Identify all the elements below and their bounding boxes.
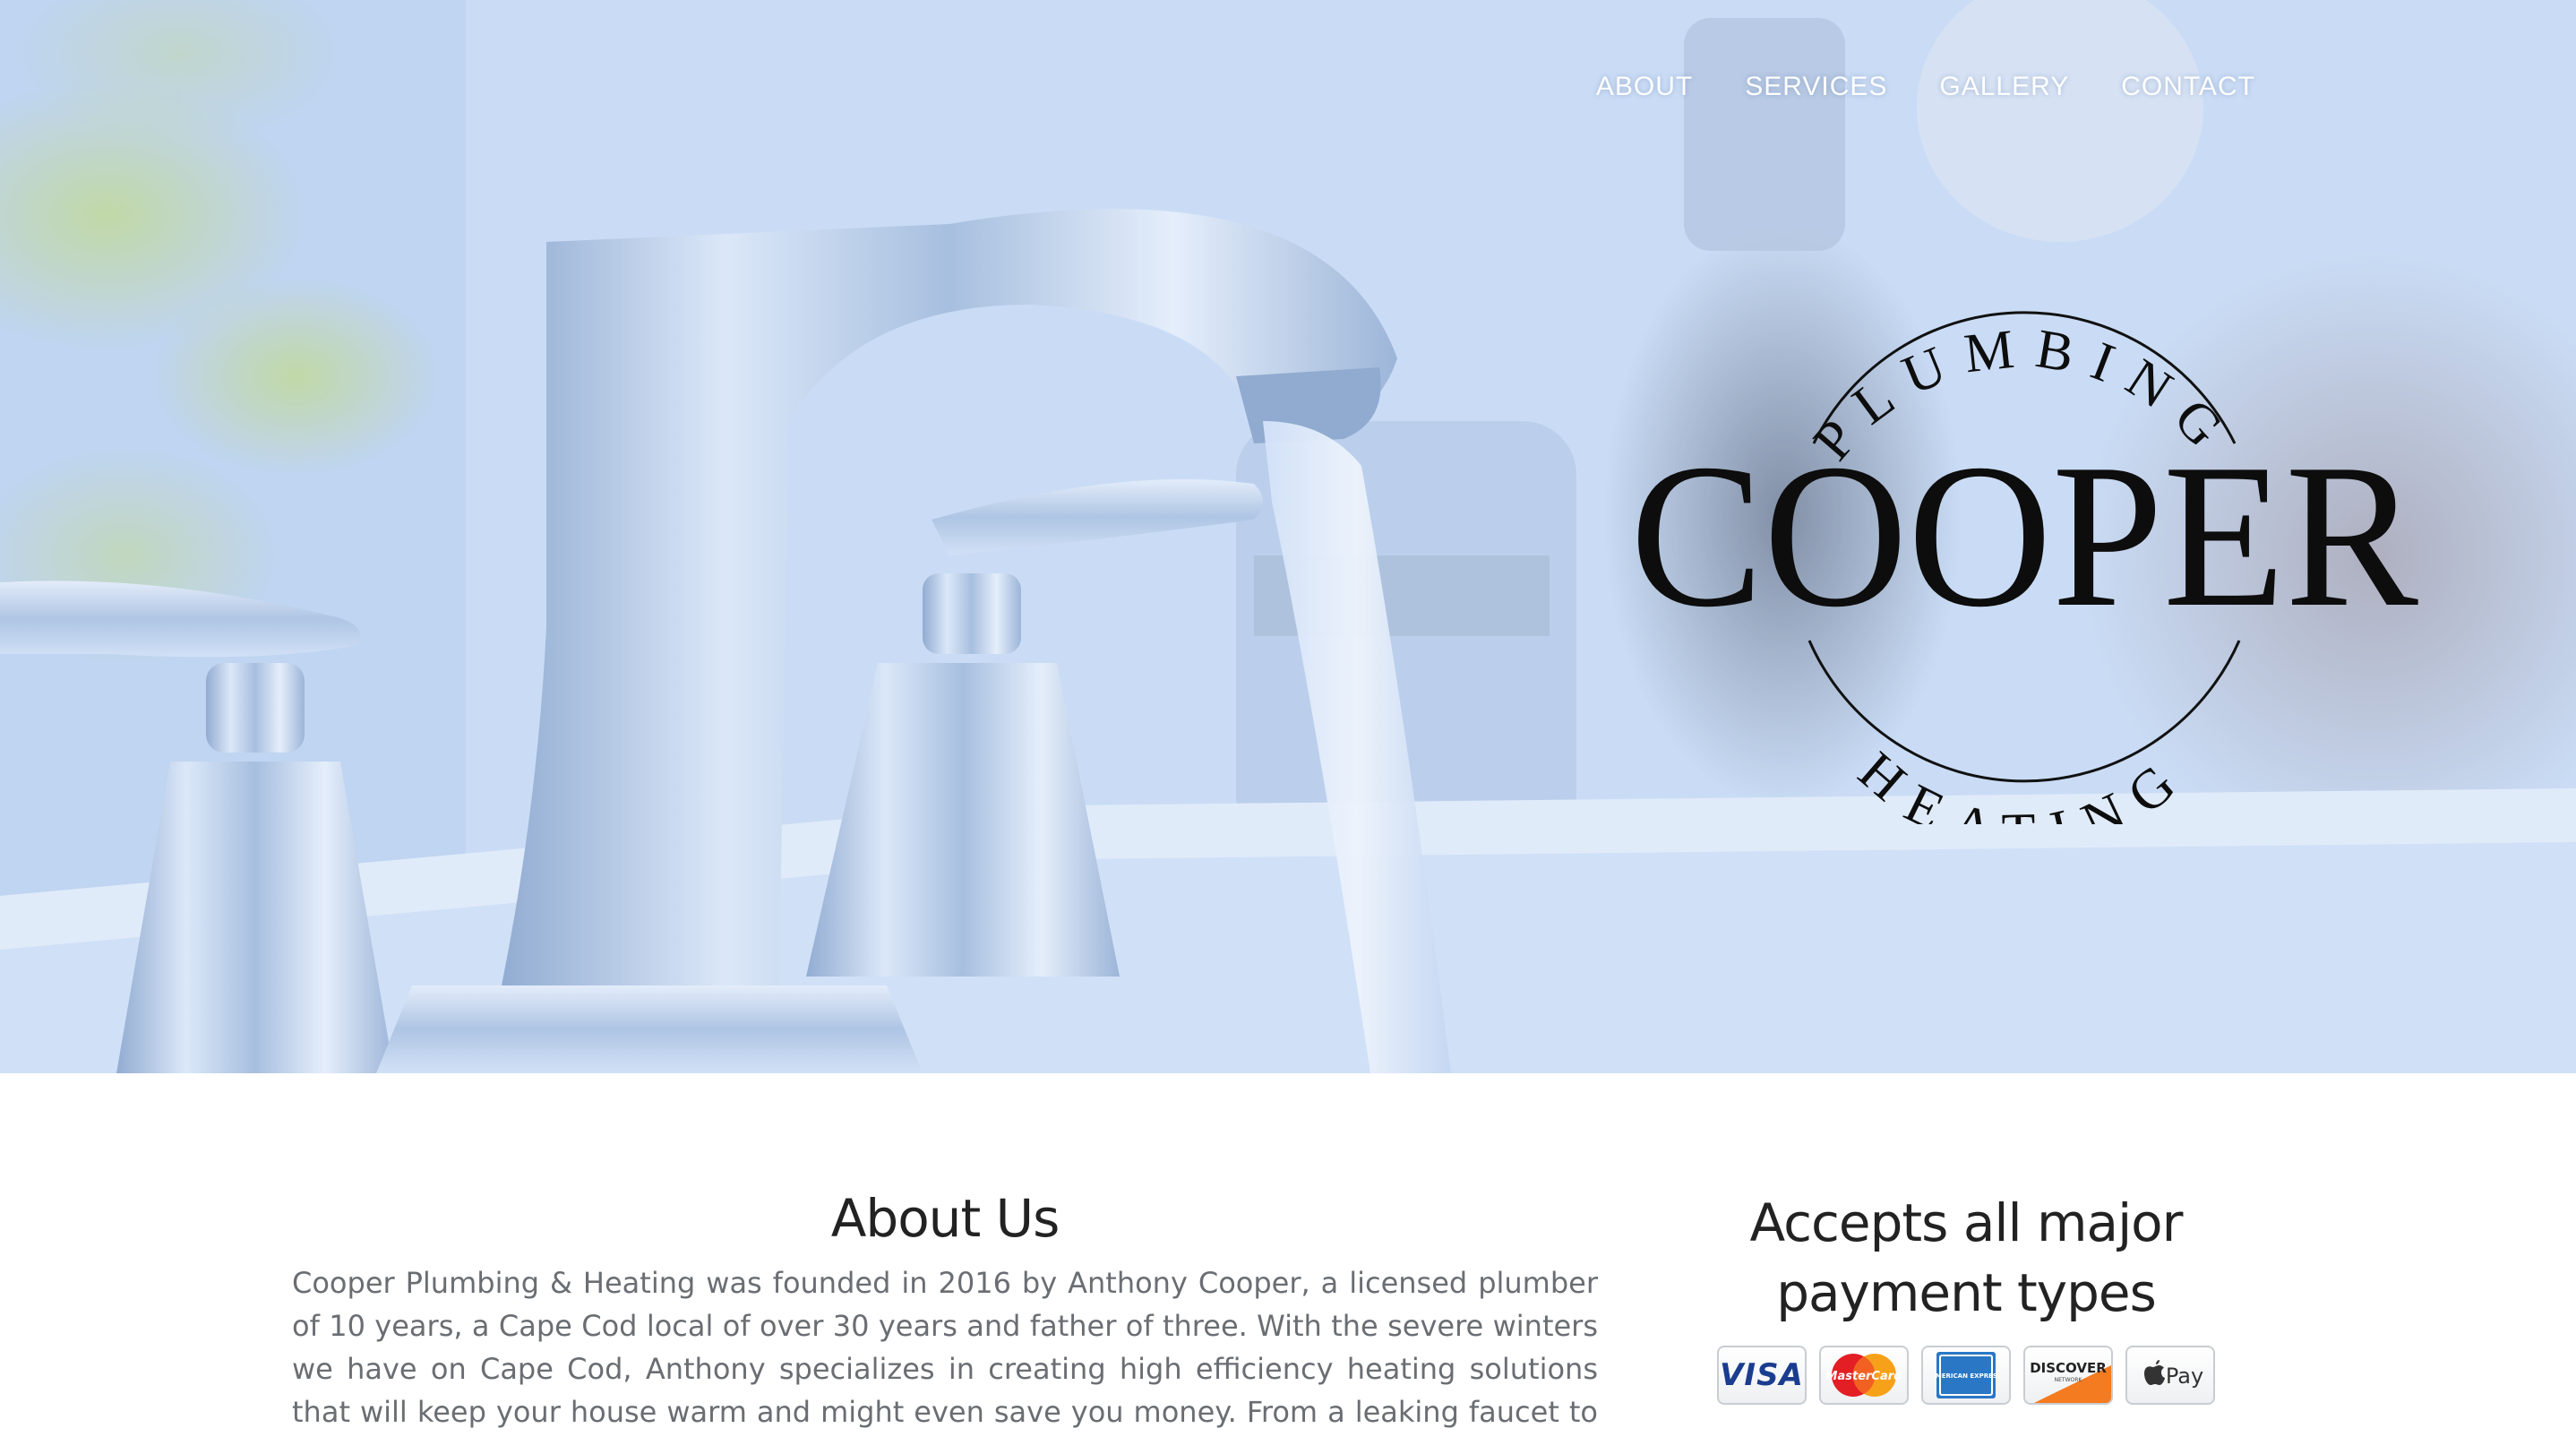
main-nav: ABOUT SERVICES GALLERY CONTACT bbox=[1596, 72, 2255, 102]
payments-section: Accepts all major payment types VISA Mas… bbox=[1702, 1188, 2230, 1405]
amex-icon: AMERICAN EXPRESS bbox=[1935, 1352, 1997, 1398]
svg-text:MasterCard: MasterCard bbox=[1826, 1370, 1903, 1383]
logo-name: COOPER bbox=[1630, 421, 2419, 650]
discover-icon: DISCOVER NETWORK bbox=[2030, 1360, 2111, 1403]
about-body: Cooper Plumbing & Heating was founded in… bbox=[292, 1266, 1598, 1429]
svg-text:DISCOVER: DISCOVER bbox=[2030, 1360, 2107, 1376]
hero-banner: ABOUT SERVICES GALLERY CONTACT PLUMBING … bbox=[0, 0, 2576, 1073]
payment-cards: VISA MasterCard AMERICAN EXPRESS bbox=[1702, 1346, 2230, 1405]
nav-services[interactable]: SERVICES bbox=[1745, 72, 1887, 102]
svg-text:AMERICAN EXPRESS: AMERICAN EXPRESS bbox=[1935, 1372, 1997, 1380]
about-title: About Us bbox=[830, 1188, 1060, 1249]
page: ABOUT SERVICES GALLERY CONTACT PLUMBING … bbox=[0, 0, 2576, 1437]
cooper-logo: PLUMBING COOPER HEATING bbox=[1630, 311, 2419, 824]
svg-text:NETWORK: NETWORK bbox=[2055, 1377, 2083, 1383]
nav-about[interactable]: ABOUT bbox=[1596, 72, 1693, 102]
applepay-card: Pay bbox=[2125, 1346, 2215, 1405]
about-section: About Us Cooper Plumbing & Heating was f… bbox=[292, 1188, 1598, 1437]
nav-gallery[interactable]: GALLERY bbox=[1939, 72, 2069, 102]
payments-title: Accepts all major payment types bbox=[1749, 1192, 2183, 1323]
nav-contact[interactable]: CONTACT bbox=[2121, 72, 2255, 102]
svg-text:Pay: Pay bbox=[2166, 1364, 2203, 1389]
discover-card: DISCOVER NETWORK bbox=[2023, 1346, 2113, 1405]
visa-card: VISA bbox=[1717, 1346, 1807, 1405]
visa-icon: VISA bbox=[1720, 1357, 1804, 1393]
amex-card: AMERICAN EXPRESS bbox=[1921, 1346, 2011, 1405]
mastercard-card: MasterCard bbox=[1819, 1346, 1909, 1405]
applepay-icon: Pay bbox=[2144, 1360, 2203, 1389]
mastercard-icon: MasterCard bbox=[1826, 1354, 1903, 1397]
